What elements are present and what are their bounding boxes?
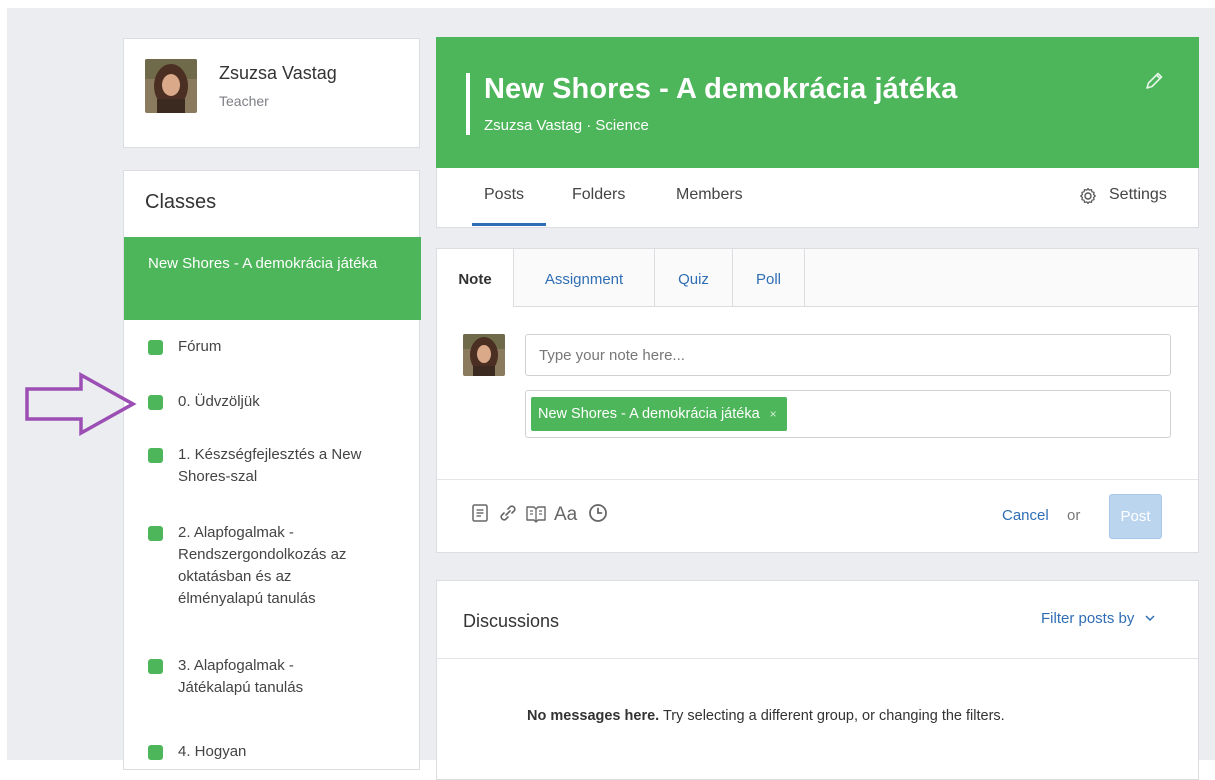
discussions-divider (437, 658, 1198, 659)
filter-posts-dropdown[interactable]: Filter posts by (1041, 610, 1156, 627)
discussions-panel: Discussions Filter posts by No messages … (436, 580, 1199, 780)
tab-posts[interactable]: Posts (471, 186, 547, 226)
library-icon[interactable] (525, 502, 547, 524)
group-color-square (148, 395, 163, 410)
clock-icon[interactable] (587, 502, 609, 524)
group-label: Fórum (178, 338, 222, 355)
empty-state-message: No messages here. Try selecting a differ… (527, 708, 1005, 724)
svg-text:Aa: Aa (554, 504, 578, 524)
recipients-field[interactable]: New Shores - A demokrácia játéka × (525, 390, 1171, 438)
settings-label: Settings (1109, 186, 1167, 203)
classes-panel: Classes New Shores - A demokrácia játéka… (123, 170, 421, 770)
note-input[interactable] (525, 334, 1171, 376)
tab-note[interactable]: Note (437, 249, 514, 307)
tab-quiz[interactable]: Quiz (655, 249, 733, 306)
header-accent-bar (466, 73, 470, 135)
composer-tabs: Note Assignment Quiz Poll (437, 249, 1198, 307)
post-composer: Note Assignment Quiz Poll New Shores - A… (436, 248, 1199, 553)
remove-recipient-icon[interactable]: × (770, 407, 777, 421)
empty-state-bold: No messages here. (527, 708, 660, 724)
classes-title: Classes (145, 191, 217, 213)
file-icon[interactable] (470, 502, 490, 524)
discussions-title: Discussions (463, 611, 560, 631)
pencil-icon[interactable] (1143, 70, 1165, 92)
class-item-active[interactable]: New Shores - A demokrácia játéka (124, 237, 421, 320)
chevron-down-icon (1145, 615, 1155, 622)
settings-button[interactable]: Settings (1079, 186, 1167, 205)
group-item-basics-games[interactable]: 3. Alapfogalmak - Játékalapú tanulás (148, 655, 368, 699)
link-icon[interactable] (497, 502, 519, 524)
group-item-basics-systems[interactable]: 2. Alapfogalmak - Rendszergondolkozás az… (148, 522, 368, 610)
group-label: 0. Üdvzöljük (178, 393, 260, 410)
group-color-square (148, 659, 163, 674)
filter-label: Filter posts by (1041, 610, 1135, 627)
tab-members[interactable]: Members (676, 186, 743, 204)
class-nav: Posts Folders Members Settings (436, 168, 1199, 228)
recipient-chip-label: New Shores - A demokrácia játéka (538, 406, 760, 422)
group-label: 1. Készségfejlesztés a New Shores-szal (178, 446, 362, 485)
recipient-chip[interactable]: New Shores - A demokrácia játéka × (531, 397, 787, 431)
group-label: 3. Alapfogalmak - Játékalapú tanulás (178, 657, 304, 696)
avatar[interactable] (145, 59, 197, 113)
post-button[interactable]: Post (1109, 494, 1162, 539)
tab-folders[interactable]: Folders (572, 186, 625, 204)
group-color-square (148, 745, 163, 760)
class-subtitle: Zsuzsa Vastag · Science (484, 117, 649, 134)
gear-icon (1080, 187, 1096, 205)
tab-assignment[interactable]: Assignment (514, 249, 655, 306)
font-size-icon[interactable]: Aa (553, 502, 583, 524)
class-title: New Shores - A demokrácia játéka (484, 73, 958, 105)
group-item-forum[interactable]: Fórum (148, 336, 398, 358)
empty-state-text: Try selecting a different group, or chan… (659, 708, 1005, 724)
group-label: 2. Alapfogalmak - Rendszergondolkozás az… (178, 524, 347, 607)
composer-avatar (463, 334, 505, 376)
class-header: New Shores - A demokrácia játéka Zsuzsa … (436, 37, 1199, 168)
tab-poll[interactable]: Poll (733, 249, 805, 306)
group-item-skills[interactable]: 1. Készségfejlesztés a New Shores-szal (148, 444, 368, 488)
group-color-square (148, 526, 163, 541)
user-name[interactable]: Zsuzsa Vastag (219, 63, 337, 84)
group-color-square (148, 448, 163, 463)
cancel-link[interactable]: Cancel (1002, 507, 1049, 524)
user-role: Teacher (219, 93, 269, 109)
profile-card[interactable]: Zsuzsa Vastag Teacher (123, 38, 420, 148)
or-label: or (1067, 507, 1081, 524)
group-color-square (148, 340, 163, 355)
annotation-arrow-icon (25, 372, 137, 436)
composer-divider (437, 479, 1198, 480)
group-item-welcome[interactable]: 0. Üdvzöljük (148, 391, 398, 413)
